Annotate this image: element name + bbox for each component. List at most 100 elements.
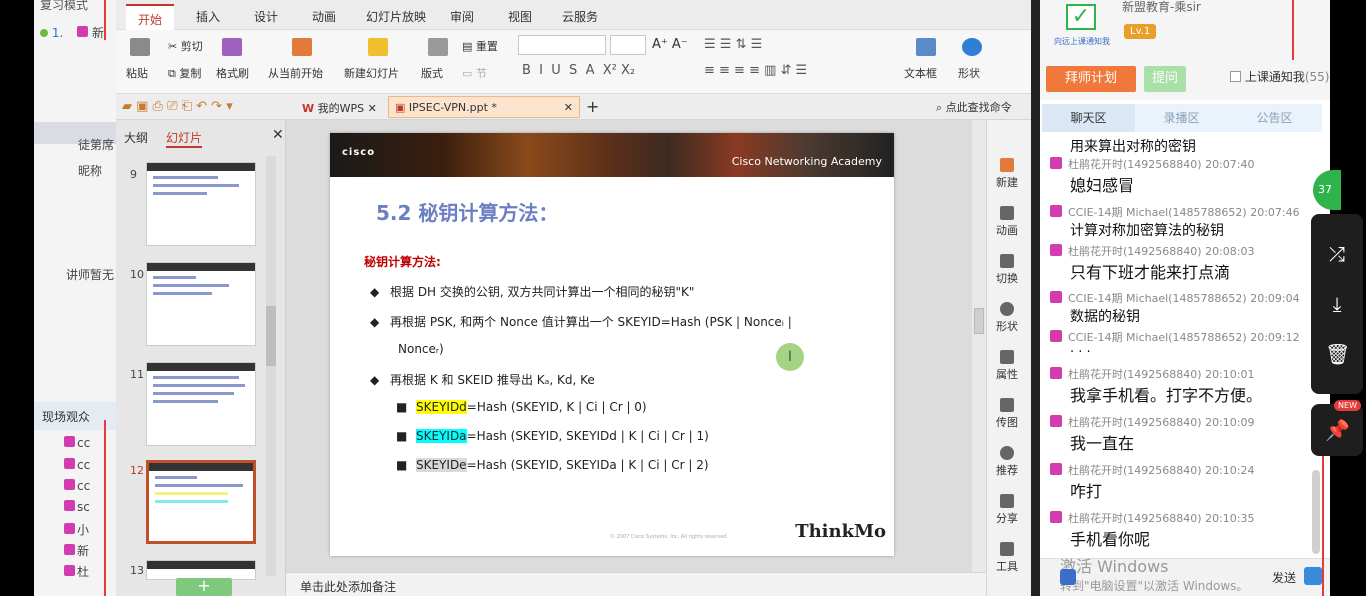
scrollbar-thumb[interactable]: [974, 308, 984, 334]
quick-access-icons[interactable]: ▰ ▣ ⎙ ⎚ ⎗ ↶ ↷ ▾: [122, 99, 233, 114]
tab-design[interactable]: 设计: [254, 8, 278, 25]
font-name-select[interactable]: [518, 35, 606, 55]
emoji-icon[interactable]: [1060, 569, 1076, 585]
slide[interactable]: cisco Cisco Networking Academy 5.2 秘钥计算方…: [330, 133, 894, 556]
section-button[interactable]: ▭ 节: [462, 65, 487, 81]
share-icon[interactable]: ⤮: [1325, 242, 1349, 266]
tool-upload-image[interactable]: 传图: [987, 398, 1027, 430]
sub-bullet-2: ■ SKEYIDa=Hash (SKEYID, SKEYIDd | K | Ci …: [396, 429, 709, 443]
tab-outline[interactable]: 大纲: [124, 129, 148, 146]
tab-slides[interactable]: 幻灯片: [166, 129, 203, 148]
layout-icon: [428, 38, 448, 56]
gift-icon: [1050, 205, 1062, 217]
gift-icon: [64, 500, 75, 511]
paste-button[interactable]: 粘贴: [126, 65, 148, 81]
list-item[interactable]: 小: [64, 521, 89, 538]
nick-label: 昵称: [78, 164, 103, 178]
tab-insert[interactable]: 插入: [196, 8, 220, 25]
reset-icon: ▤: [462, 40, 473, 53]
notes-area[interactable]: 单击此处添加备注: [286, 572, 986, 596]
tab-review[interactable]: 审阅: [450, 8, 474, 25]
tool-share[interactable]: 分享: [987, 494, 1027, 526]
from-current-button[interactable]: 从当前开始: [268, 65, 323, 81]
tool-tools[interactable]: 工具: [987, 542, 1027, 574]
close-icon[interactable]: ✕: [272, 127, 284, 143]
align-icons[interactable]: ≡ ≡ ≡ ≡ ▥ ⇵ ☰: [704, 63, 807, 78]
new-slide-icon: [368, 38, 388, 56]
list-item[interactable]: 1. 新: [40, 24, 104, 41]
tab-ipsec-vpn[interactable]: ▣ IPSEC-VPN.ppt * ✕: [388, 96, 580, 118]
list-item[interactable]: 杜: [64, 563, 89, 580]
ask-button[interactable]: 提问: [1144, 66, 1186, 92]
thumb-scrollbar[interactable]: [266, 156, 276, 576]
list-icons[interactable]: ☰ ☰ ⇅ ☰: [704, 37, 762, 52]
search-command[interactable]: ⌕ 点此查找命令: [936, 99, 1012, 115]
font-grow-icon[interactable]: A⁺ A⁻: [652, 37, 688, 52]
shape-button[interactable]: 形状: [958, 65, 980, 81]
pin-button[interactable]: 📌 NEW: [1311, 400, 1363, 456]
chat-message: 用来算出对称的密钥: [1070, 139, 1196, 155]
pane-tabs: 大纲 幻灯片 ✕: [116, 120, 286, 150]
tab-recording[interactable]: 录播区: [1135, 104, 1228, 132]
add-slide-button[interactable]: +: [176, 578, 232, 596]
tool-shape[interactable]: 形状: [987, 302, 1027, 334]
textbox-button[interactable]: 文本框: [904, 65, 937, 81]
tab-cloud[interactable]: 云服务: [562, 8, 598, 25]
tool-transition[interactable]: 切换: [987, 254, 1027, 286]
slide-scrollbar[interactable]: [972, 120, 986, 572]
tool-animation[interactable]: 动画: [987, 206, 1027, 238]
new-slide-button[interactable]: 新建幻灯片: [344, 65, 399, 81]
slide-thumbnail[interactable]: [146, 262, 256, 346]
divider: [104, 420, 106, 596]
chat-message: 杜鹃花开时(1492568840) 20:10:35 手机看你呢: [1050, 510, 1254, 550]
notify-checkbox[interactable]: 上课通知我(55): [1230, 68, 1329, 85]
text-format-icons[interactable]: B I U S A X² X₂: [522, 63, 635, 78]
slide-thumbnail[interactable]: [146, 162, 256, 246]
list-item[interactable]: cc: [64, 479, 90, 493]
layout-button[interactable]: 版式: [421, 65, 443, 81]
checkbox-icon[interactable]: [1230, 71, 1241, 82]
download-icon[interactable]: ⤓: [1325, 292, 1349, 316]
tab-notice[interactable]: 公告区: [1228, 104, 1321, 132]
tab-animation[interactable]: 动画: [312, 8, 336, 25]
trash-icon[interactable]: 🗑: [1325, 342, 1350, 366]
thinkmo-logo: ThinkMo: [795, 521, 886, 542]
reset-button[interactable]: ▤ 重置: [462, 38, 498, 54]
chat-scrollbar[interactable]: [1312, 470, 1320, 554]
list-item[interactable]: 新: [64, 542, 89, 559]
list-item[interactable]: cc: [64, 436, 90, 450]
font-size-select[interactable]: [610, 35, 646, 55]
slide-title: 5.2 秘钥计算方法：: [376, 201, 559, 225]
format-painter-button[interactable]: 格式刷: [216, 65, 249, 81]
tool-new[interactable]: 新建: [987, 158, 1027, 190]
send-button[interactable]: 发送: [1272, 569, 1296, 586]
tab-view[interactable]: 视图: [508, 8, 532, 25]
cut-button[interactable]: ✂ 剪切: [168, 38, 203, 54]
slide-canvas: cisco Cisco Networking Academy 5.2 秘钥计算方…: [286, 120, 986, 572]
copy-button[interactable]: ⧉ 复制: [168, 65, 201, 81]
plan-button[interactable]: 拜师计划: [1046, 66, 1136, 92]
host-label: 徒第席: [78, 138, 115, 152]
slide-thumbnail-selected[interactable]: [146, 460, 256, 544]
chat-bubble-icon[interactable]: [1304, 567, 1322, 585]
chat-message: CCIE-14期 Michael(1485788652) 20:09:04 数据的…: [1050, 290, 1300, 326]
new-tab-icon[interactable]: +: [586, 97, 599, 116]
section-icon: ▭: [462, 67, 473, 80]
diamond-bullet-icon: ◆: [370, 373, 380, 387]
divider: [104, 0, 106, 40]
close-icon[interactable]: ✕: [564, 101, 573, 114]
tool-recommend[interactable]: 推荐: [987, 446, 1027, 478]
tab-chat[interactable]: 聊天区: [1042, 104, 1135, 132]
slide-thumbnail[interactable]: [146, 362, 256, 446]
thumb-number: 9: [130, 168, 137, 181]
sub-bullet-3: ■ SKEYIDe=Hash (SKEYID, SKEYIDa | K | Ci …: [396, 458, 709, 472]
tab-my-wps[interactable]: W 我的WPS ✕: [296, 96, 383, 118]
list-item[interactable]: cc: [64, 458, 90, 472]
scrollbar-thumb[interactable]: [266, 306, 276, 366]
tool-properties[interactable]: 属性: [987, 350, 1027, 382]
tab-slideshow[interactable]: 幻灯片放映: [366, 8, 426, 25]
chat-message: 杜鹃花开时(1492568840) 20:10:24 咋打: [1050, 462, 1254, 502]
list-item[interactable]: sc: [64, 500, 90, 514]
square-bullet-icon: ■: [396, 400, 408, 414]
activation-watermark: 激活 Windows: [1060, 557, 1169, 576]
